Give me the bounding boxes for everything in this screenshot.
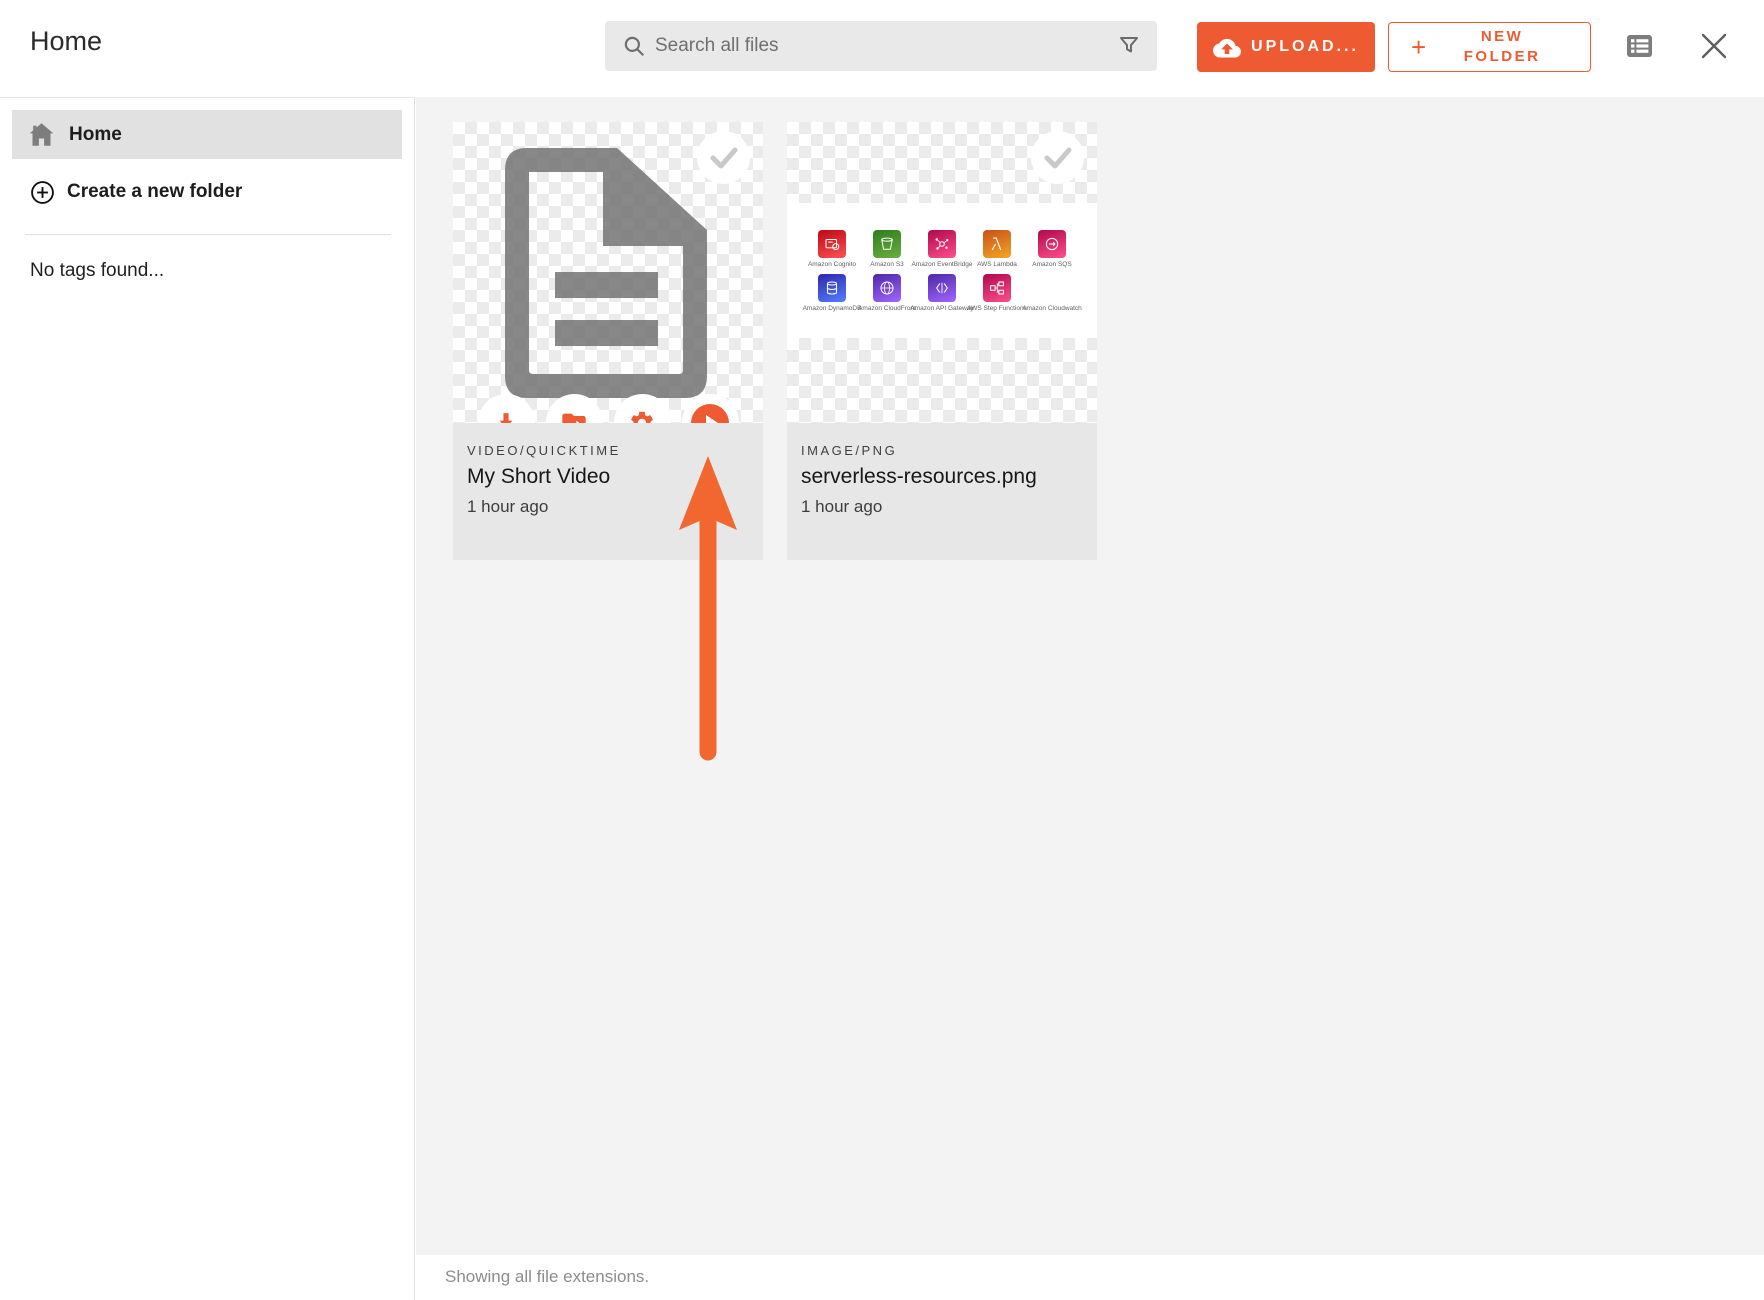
extensions-status-text: Showing all file extensions. [445,1267,649,1287]
list-view-icon [1626,34,1653,58]
aws-cognito-icon [818,230,846,258]
aws-step-functions-icon [983,274,1011,302]
file-grid: VIDEO/QUICKTIME My Short Video 1 hour ag… [416,97,1764,1255]
file-meta: VIDEO/QUICKTIME My Short Video 1 hour ag… [453,423,763,560]
upload-button[interactable]: UPLOAD... [1197,22,1375,72]
create-new-folder-button[interactable]: Create a new folder [12,170,402,214]
aws-eventbridge-icon [928,230,956,258]
sidebar-item-home-label: Home [69,124,122,146]
upload-button-label: UPLOAD... [1251,38,1359,56]
aws-lambda-icon [983,230,1011,258]
search-bar[interactable] [605,21,1157,71]
check-icon [709,146,739,170]
file-card-image[interactable]: Amazon Cognito Amazon S3 Amazon EventBri… [787,122,1097,560]
file-type-label: IMAGE/PNG [801,443,1083,458]
aws-service: AWS Step Functions [970,274,1025,312]
aws-service: Amazon Cloudwatch [1025,274,1080,312]
aws-service: Amazon API Gateway [915,274,970,312]
file-title: My Short Video [467,465,749,489]
filter-icon[interactable] [1117,34,1141,58]
video-thumbnail[interactable] [453,122,763,423]
create-new-folder-label: Create a new folder [67,181,242,203]
aws-cloudwatch-icon [1038,274,1066,302]
aws-service: Amazon EventBridge [915,230,970,268]
document-icon [505,148,707,398]
check-icon [1043,146,1073,170]
aws-service: Amazon S3 [860,230,915,268]
header: Home UPLOAD... + NEW FOLDER [0,0,1764,97]
select-check-badge[interactable] [697,131,750,184]
aws-dynamodb-icon [818,274,846,302]
image-preview: Amazon Cognito Amazon S3 Amazon EventBri… [787,203,1097,338]
close-button[interactable] [1699,31,1729,64]
image-thumbnail[interactable]: Amazon Cognito Amazon S3 Amazon EventBri… [787,122,1097,423]
plus-icon: + [1411,34,1426,60]
aws-s3-icon [873,230,901,258]
no-tags-message: No tags found... [30,260,164,282]
file-type-label: VIDEO/QUICKTIME [467,443,749,458]
search-input[interactable] [647,35,1117,57]
aws-service: Amazon CloudFront [860,274,915,312]
list-view-toggle-button[interactable] [1626,34,1653,61]
cloud-upload-icon [1213,36,1241,58]
file-card-video[interactable]: VIDEO/QUICKTIME My Short Video 1 hour ag… [453,122,763,560]
aws-sqs-icon [1038,230,1066,258]
home-icon [28,122,55,147]
sidebar: Home Create a new folder No tags found..… [0,97,415,1300]
circled-plus-icon [30,180,55,205]
select-check-badge[interactable] [1031,131,1084,184]
aws-service: Amazon Cognito [805,230,860,268]
file-meta: IMAGE/PNG serverless-resources.png 1 hou… [787,423,1097,560]
close-icon [1699,31,1729,61]
search-icon [621,33,647,59]
aws-service: AWS Lambda [970,230,1025,268]
file-time: 1 hour ago [801,497,1083,517]
new-folder-button-label: NEW FOLDER [1426,27,1584,67]
page-title: Home [30,26,102,57]
sidebar-divider [25,234,391,235]
aws-cloudfront-icon [873,274,901,302]
footer-bar: Showing all file extensions. [416,1255,1764,1300]
aws-service: Amazon SQS [1025,230,1080,268]
aws-service: Amazon DynamoDB [805,274,860,312]
sidebar-item-home[interactable]: Home [12,110,402,159]
aws-api-gateway-icon [928,274,956,302]
file-title: serverless-resources.png [801,465,1083,489]
file-time: 1 hour ago [467,497,749,517]
new-folder-button[interactable]: + NEW FOLDER [1388,22,1591,72]
